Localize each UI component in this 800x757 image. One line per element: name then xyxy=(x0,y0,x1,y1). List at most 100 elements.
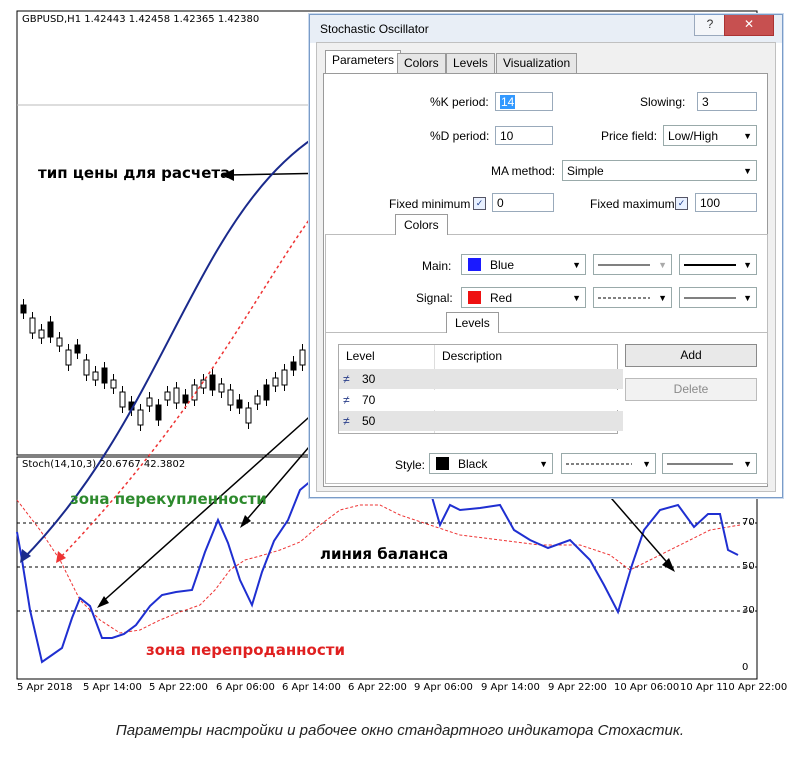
y-tick-70: 70 xyxy=(742,517,755,528)
levels-section-tab[interactable]: Levels xyxy=(446,312,499,333)
help-button[interactable]: ? xyxy=(694,15,726,36)
candle-body xyxy=(281,369,288,386)
level-style-select[interactable]: ▼ xyxy=(561,453,656,474)
colors-group xyxy=(325,234,768,336)
chevron-down-icon: ▼ xyxy=(642,459,651,469)
delete-button[interactable]: Delete xyxy=(625,378,757,401)
close-button[interactable]: ✕ xyxy=(724,15,774,36)
k-period-value: 14 xyxy=(500,95,516,109)
candle-body xyxy=(47,321,54,338)
signal-color-select[interactable]: Red ▼ xyxy=(461,287,586,308)
tab-visualization[interactable]: Visualization xyxy=(496,53,578,73)
desc-col-header: Description xyxy=(442,349,503,363)
slowing-input[interactable]: 3 xyxy=(697,92,757,111)
candle-body xyxy=(110,379,117,389)
fixed-min-checkbox[interactable]: ✓ xyxy=(473,197,486,210)
candle-body xyxy=(155,404,162,421)
x-tick: 10 Apr 22:00 xyxy=(722,682,788,693)
ma-method-label: MA method: xyxy=(491,164,556,178)
levels-table: Level Description ≠ 30 ≠ 70 ≠ 50 xyxy=(338,344,623,434)
add-button[interactable]: Add xyxy=(625,344,757,367)
annotation-oversold: зона перепроданности xyxy=(146,641,345,659)
fixed-min-input[interactable]: 0 xyxy=(492,193,554,212)
x-tick: 9 Apr 06:00 xyxy=(414,682,473,693)
chevron-down-icon: ▼ xyxy=(572,293,581,303)
thick-line-icon xyxy=(684,264,736,266)
main-color-select[interactable]: Blue ▼ xyxy=(461,254,586,275)
annotation-overbought: зона перекупленности xyxy=(70,490,267,508)
price-chart-title: GBPUSD,H1 1.42443 1.42458 1.42365 1.4238… xyxy=(22,14,260,25)
chevron-down-icon: ▼ xyxy=(743,459,752,469)
main-style-select[interactable]: ▼ xyxy=(679,254,757,275)
y-tick-30: 30 xyxy=(742,605,755,616)
fixed-min-label: Fixed minimum xyxy=(389,197,471,211)
candle-body xyxy=(92,371,99,381)
x-tick: 5 Apr 2018 xyxy=(17,682,73,693)
candle-body xyxy=(227,389,234,406)
signal-color-swatch xyxy=(468,291,481,304)
signal-color-label: Signal: xyxy=(416,291,453,305)
level-width-select[interactable]: ▼ xyxy=(662,453,757,474)
x-tick: 5 Apr 22:00 xyxy=(149,682,208,693)
d-period-label: %D period: xyxy=(430,129,490,143)
level-color-swatch xyxy=(436,457,449,470)
chevron-down-icon: ▼ xyxy=(539,459,548,469)
price-field-select[interactable]: Low/High ▼ xyxy=(663,125,757,146)
x-tick: 5 Apr 14:00 xyxy=(83,682,142,693)
candle-body xyxy=(245,407,252,424)
x-tick: 10 Apr 06:00 xyxy=(614,682,680,693)
signal-style-select[interactable]: ▼ xyxy=(593,287,672,308)
table-row[interactable]: ≠ 70 xyxy=(339,390,623,410)
colors-section-tab[interactable]: Colors xyxy=(395,214,448,235)
chevron-down-icon: ▼ xyxy=(743,260,752,270)
annotation-price-type: тип цены для расчета xyxy=(38,164,231,182)
fixed-max-input[interactable]: 100 xyxy=(695,193,757,212)
candle-body xyxy=(38,329,45,339)
x-tick: 9 Apr 14:00 xyxy=(481,682,540,693)
candle-body xyxy=(254,395,261,405)
d-period-input[interactable]: 10 xyxy=(495,126,553,145)
level-value: 30 xyxy=(362,372,376,386)
candle-body xyxy=(290,361,297,371)
candle-body xyxy=(29,317,36,334)
candle-body xyxy=(56,337,63,347)
level-color-name: Black xyxy=(458,457,488,471)
style-label: Style: xyxy=(395,458,426,472)
annotation-balance: линия баланса xyxy=(320,545,449,563)
solid-line-icon xyxy=(684,297,736,299)
chevron-down-icon: ▼ xyxy=(658,293,667,303)
dashed-line-icon xyxy=(598,297,650,299)
tab-colors[interactable]: Colors xyxy=(397,53,446,73)
fixed-max-checkbox[interactable]: ✓ xyxy=(675,197,688,210)
table-row[interactable]: ≠ 50 xyxy=(339,411,623,431)
main-width-select[interactable]: ▼ xyxy=(593,254,672,275)
level-col-header: Level xyxy=(346,349,375,363)
table-row[interactable]: ≠ 30 xyxy=(339,369,623,389)
y-tick-0: 0 xyxy=(742,662,749,673)
price-field-label: Price field: xyxy=(601,129,658,143)
level-color-select[interactable]: Black ▼ xyxy=(429,453,553,474)
ma-method-select[interactable]: Simple ▼ xyxy=(562,160,757,181)
main-color-label: Main: xyxy=(422,259,452,273)
signal-color-name: Red xyxy=(490,291,513,305)
y-tick-50: 50 xyxy=(742,561,755,572)
candle-body xyxy=(101,367,108,384)
level-icon: ≠ xyxy=(343,372,350,386)
tab-parameters[interactable]: Parameters xyxy=(325,50,402,73)
x-tick: 9 Apr 22:00 xyxy=(548,682,607,693)
level-icon: ≠ xyxy=(343,393,350,407)
chevron-down-icon: ▼ xyxy=(743,293,752,303)
ma-method-value: Simple xyxy=(567,164,604,178)
level-value: 50 xyxy=(362,414,376,428)
k-period-input[interactable]: 14 xyxy=(495,92,553,111)
candle-body xyxy=(182,394,189,404)
solid-line-icon xyxy=(598,264,650,266)
signal-width-select[interactable]: ▼ xyxy=(679,287,757,308)
x-tick: 6 Apr 06:00 xyxy=(216,682,275,693)
candle-body xyxy=(299,349,306,366)
level-value: 70 xyxy=(362,393,376,407)
candle-body xyxy=(20,304,27,314)
dialog-title: Stochastic Oscillator xyxy=(320,22,429,36)
tab-levels[interactable]: Levels xyxy=(446,53,495,73)
main-color-swatch xyxy=(468,258,481,271)
